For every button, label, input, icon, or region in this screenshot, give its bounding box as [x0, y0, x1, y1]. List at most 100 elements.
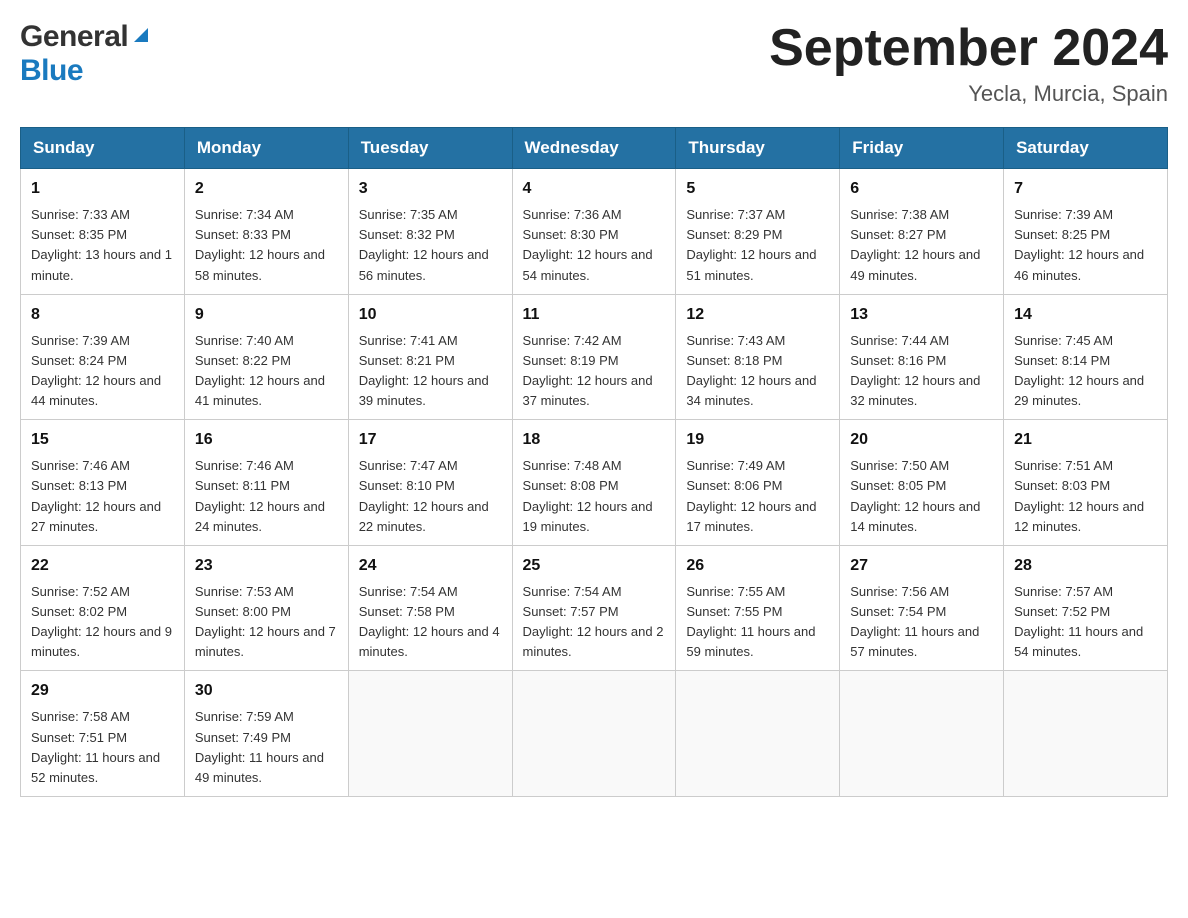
col-saturday: Saturday	[1004, 128, 1168, 169]
table-row: 30 Sunrise: 7:59 AMSunset: 7:49 PMDayligh…	[184, 671, 348, 797]
table-row: 16 Sunrise: 7:46 AMSunset: 8:11 PMDayligh…	[184, 420, 348, 546]
table-row: 10 Sunrise: 7:41 AMSunset: 8:21 PMDayligh…	[348, 294, 512, 420]
table-row: 5 Sunrise: 7:37 AMSunset: 8:29 PMDaylight…	[676, 169, 840, 295]
day-number: 18	[523, 428, 666, 452]
day-info: Sunrise: 7:51 AMSunset: 8:03 PMDaylight:…	[1014, 456, 1157, 537]
day-info: Sunrise: 7:34 AMSunset: 8:33 PMDaylight:…	[195, 205, 338, 286]
day-info: Sunrise: 7:46 AMSunset: 8:11 PMDaylight:…	[195, 456, 338, 537]
day-info: Sunrise: 7:57 AMSunset: 7:52 PMDaylight:…	[1014, 582, 1157, 663]
day-number: 27	[850, 554, 993, 578]
col-monday: Monday	[184, 128, 348, 169]
table-row: 25 Sunrise: 7:54 AMSunset: 7:57 PMDayligh…	[512, 545, 676, 671]
day-info: Sunrise: 7:39 AMSunset: 8:24 PMDaylight:…	[31, 331, 174, 412]
table-row: 2 Sunrise: 7:34 AMSunset: 8:33 PMDaylight…	[184, 169, 348, 295]
calendar-week-row: 15 Sunrise: 7:46 AMSunset: 8:13 PMDayligh…	[21, 420, 1168, 546]
day-number: 12	[686, 303, 829, 327]
calendar-week-row: 22 Sunrise: 7:52 AMSunset: 8:02 PMDayligh…	[21, 545, 1168, 671]
day-info: Sunrise: 7:58 AMSunset: 7:51 PMDaylight:…	[31, 707, 174, 788]
month-title: September 2024	[769, 20, 1168, 77]
logo: General Blue	[20, 20, 152, 88]
day-number: 20	[850, 428, 993, 452]
table-row	[676, 671, 840, 797]
day-number: 10	[359, 303, 502, 327]
table-row	[1004, 671, 1168, 797]
day-number: 26	[686, 554, 829, 578]
table-row: 28 Sunrise: 7:57 AMSunset: 7:52 PMDayligh…	[1004, 545, 1168, 671]
day-number: 25	[523, 554, 666, 578]
col-friday: Friday	[840, 128, 1004, 169]
day-number: 16	[195, 428, 338, 452]
title-block: September 2024 Yecla, Murcia, Spain	[769, 20, 1168, 107]
day-number: 22	[31, 554, 174, 578]
table-row: 22 Sunrise: 7:52 AMSunset: 8:02 PMDayligh…	[21, 545, 185, 671]
table-row	[840, 671, 1004, 797]
day-number: 30	[195, 679, 338, 703]
table-row: 4 Sunrise: 7:36 AMSunset: 8:30 PMDaylight…	[512, 169, 676, 295]
col-tuesday: Tuesday	[348, 128, 512, 169]
day-info: Sunrise: 7:46 AMSunset: 8:13 PMDaylight:…	[31, 456, 174, 537]
day-info: Sunrise: 7:54 AMSunset: 7:58 PMDaylight:…	[359, 582, 502, 663]
logo-triangle-icon	[130, 24, 152, 46]
day-number: 13	[850, 303, 993, 327]
day-info: Sunrise: 7:43 AMSunset: 8:18 PMDaylight:…	[686, 331, 829, 412]
day-info: Sunrise: 7:33 AMSunset: 8:35 PMDaylight:…	[31, 205, 174, 286]
day-info: Sunrise: 7:40 AMSunset: 8:22 PMDaylight:…	[195, 331, 338, 412]
day-info: Sunrise: 7:48 AMSunset: 8:08 PMDaylight:…	[523, 456, 666, 537]
table-row: 1 Sunrise: 7:33 AMSunset: 8:35 PMDaylight…	[21, 169, 185, 295]
day-number: 5	[686, 177, 829, 201]
day-info: Sunrise: 7:37 AMSunset: 8:29 PMDaylight:…	[686, 205, 829, 286]
calendar-week-row: 1 Sunrise: 7:33 AMSunset: 8:35 PMDaylight…	[21, 169, 1168, 295]
logo-general-text: General	[20, 20, 128, 54]
day-info: Sunrise: 7:55 AMSunset: 7:55 PMDaylight:…	[686, 582, 829, 663]
calendar-week-row: 8 Sunrise: 7:39 AMSunset: 8:24 PMDaylight…	[21, 294, 1168, 420]
table-row: 23Sunrise: 7:53 AMSunset: 8:00 PMDayligh…	[184, 545, 348, 671]
day-number: 19	[686, 428, 829, 452]
day-number: 29	[31, 679, 174, 703]
day-number: 3	[359, 177, 502, 201]
day-number: 2	[195, 177, 338, 201]
col-sunday: Sunday	[21, 128, 185, 169]
day-number: 14	[1014, 303, 1157, 327]
day-info: Sunrise: 7:42 AMSunset: 8:19 PMDaylight:…	[523, 331, 666, 412]
day-info: Sunrise: 7:54 AMSunset: 7:57 PMDaylight:…	[523, 582, 666, 663]
table-row: 6 Sunrise: 7:38 AMSunset: 8:27 PMDaylight…	[840, 169, 1004, 295]
table-row: 8 Sunrise: 7:39 AMSunset: 8:24 PMDaylight…	[21, 294, 185, 420]
day-number: 1	[31, 177, 174, 201]
table-row: 27Sunrise: 7:56 AMSunset: 7:54 PMDayligh…	[840, 545, 1004, 671]
table-row	[512, 671, 676, 797]
day-info: Sunrise: 7:36 AMSunset: 8:30 PMDaylight:…	[523, 205, 666, 286]
page-header: General Blue September 2024 Yecla, Murci…	[20, 20, 1168, 107]
table-row: 18 Sunrise: 7:48 AMSunset: 8:08 PMDayligh…	[512, 420, 676, 546]
table-row: 19 Sunrise: 7:49 AMSunset: 8:06 PMDayligh…	[676, 420, 840, 546]
day-info: Sunrise: 7:59 AMSunset: 7:49 PMDaylight:…	[195, 707, 338, 788]
day-number: 6	[850, 177, 993, 201]
calendar-table: Sunday Monday Tuesday Wednesday Thursday…	[20, 127, 1168, 797]
day-info: Sunrise: 7:44 AMSunset: 8:16 PMDaylight:…	[850, 331, 993, 412]
day-info: Sunrise: 7:41 AMSunset: 8:21 PMDaylight:…	[359, 331, 502, 412]
day-number: 8	[31, 303, 174, 327]
table-row: 20 Sunrise: 7:50 AMSunset: 8:05 PMDayligh…	[840, 420, 1004, 546]
day-info: Sunrise: 7:50 AMSunset: 8:05 PMDaylight:…	[850, 456, 993, 537]
day-number: 7	[1014, 177, 1157, 201]
col-thursday: Thursday	[676, 128, 840, 169]
table-row: 12 Sunrise: 7:43 AMSunset: 8:18 PMDayligh…	[676, 294, 840, 420]
day-info: Sunrise: 7:52 AMSunset: 8:02 PMDaylight:…	[31, 582, 174, 663]
logo-blue-text: Blue	[20, 54, 83, 87]
table-row: 14 Sunrise: 7:45 AMSunset: 8:14 PMDayligh…	[1004, 294, 1168, 420]
day-number: 15	[31, 428, 174, 452]
col-wednesday: Wednesday	[512, 128, 676, 169]
calendar-week-row: 29 Sunrise: 7:58 AMSunset: 7:51 PMDayligh…	[21, 671, 1168, 797]
table-row: 17Sunrise: 7:47 AMSunset: 8:10 PMDayligh…	[348, 420, 512, 546]
day-number: 9	[195, 303, 338, 327]
day-number: 4	[523, 177, 666, 201]
table-row: 29 Sunrise: 7:58 AMSunset: 7:51 PMDayligh…	[21, 671, 185, 797]
table-row: 15 Sunrise: 7:46 AMSunset: 8:13 PMDayligh…	[21, 420, 185, 546]
calendar-header-row: Sunday Monday Tuesday Wednesday Thursday…	[21, 128, 1168, 169]
day-info: Sunrise: 7:38 AMSunset: 8:27 PMDaylight:…	[850, 205, 993, 286]
day-number: 28	[1014, 554, 1157, 578]
day-info: Sunrise: 7:53 AMSunset: 8:00 PMDaylight:…	[195, 582, 338, 663]
day-info: Sunrise: 7:49 AMSunset: 8:06 PMDaylight:…	[686, 456, 829, 537]
location: Yecla, Murcia, Spain	[769, 81, 1168, 107]
table-row: 13 Sunrise: 7:44 AMSunset: 8:16 PMDayligh…	[840, 294, 1004, 420]
day-info: Sunrise: 7:45 AMSunset: 8:14 PMDaylight:…	[1014, 331, 1157, 412]
